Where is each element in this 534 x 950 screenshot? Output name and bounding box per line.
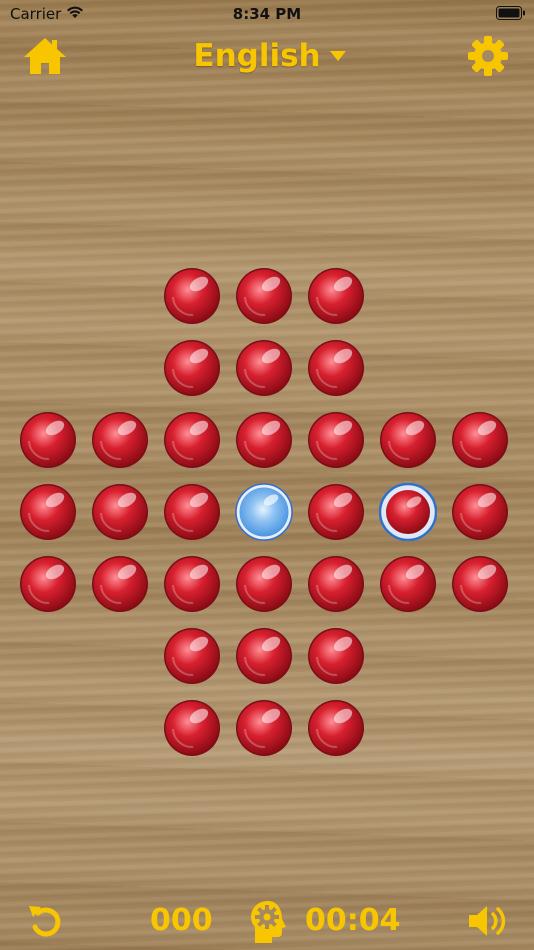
peg[interactable] bbox=[163, 483, 221, 541]
peg[interactable] bbox=[235, 555, 293, 613]
peg[interactable] bbox=[163, 555, 221, 613]
peg[interactable] bbox=[235, 627, 293, 685]
chevron-down-icon bbox=[329, 51, 346, 61]
peg[interactable] bbox=[307, 483, 365, 541]
peg[interactable] bbox=[379, 411, 437, 469]
peg[interactable] bbox=[307, 267, 365, 325]
peg[interactable] bbox=[91, 483, 149, 541]
home-icon bbox=[24, 38, 66, 74]
peg[interactable] bbox=[19, 483, 77, 541]
empty-hole[interactable] bbox=[235, 483, 293, 541]
peg[interactable] bbox=[451, 411, 509, 469]
peg[interactable] bbox=[451, 483, 509, 541]
sound-button[interactable] bbox=[466, 901, 510, 941]
undo-button[interactable] bbox=[26, 901, 66, 941]
status-time: 8:34 PM bbox=[232, 5, 302, 23]
peg[interactable] bbox=[163, 627, 221, 685]
peg[interactable] bbox=[163, 699, 221, 757]
peg[interactable] bbox=[307, 627, 365, 685]
timer: 00:04 bbox=[305, 903, 401, 938]
language-dropdown[interactable]: English bbox=[190, 34, 350, 78]
speaker-icon bbox=[469, 906, 506, 936]
selected-peg[interactable] bbox=[379, 483, 437, 541]
peg[interactable] bbox=[163, 339, 221, 397]
peg[interactable] bbox=[163, 411, 221, 469]
status-bar: Carrier 8:34 PM bbox=[0, 0, 534, 28]
peg[interactable] bbox=[235, 411, 293, 469]
peg[interactable] bbox=[91, 411, 149, 469]
peg[interactable] bbox=[163, 267, 221, 325]
peg[interactable] bbox=[235, 339, 293, 397]
peg[interactable] bbox=[91, 555, 149, 613]
peg[interactable] bbox=[307, 411, 365, 469]
peg[interactable] bbox=[19, 555, 77, 613]
undo-icon bbox=[29, 906, 61, 937]
hint-button[interactable] bbox=[248, 899, 288, 945]
peg[interactable] bbox=[379, 555, 437, 613]
peg[interactable] bbox=[307, 339, 365, 397]
peg[interactable] bbox=[451, 555, 509, 613]
settings-button[interactable] bbox=[466, 34, 510, 78]
top-bar: English bbox=[0, 28, 534, 84]
peg[interactable] bbox=[307, 555, 365, 613]
peg[interactable] bbox=[235, 267, 293, 325]
gear-icon bbox=[468, 36, 508, 76]
peg[interactable] bbox=[307, 699, 365, 757]
battery-icon bbox=[496, 6, 525, 20]
move-counter: 000 bbox=[150, 903, 213, 938]
home-button[interactable] bbox=[22, 36, 68, 76]
brain-gear-icon bbox=[251, 901, 286, 943]
language-label: English bbox=[193, 38, 321, 74]
peg-board bbox=[0, 0, 534, 950]
bottom-bar: 000 00:04 bbox=[0, 895, 534, 950]
peg[interactable] bbox=[19, 411, 77, 469]
peg[interactable] bbox=[235, 699, 293, 757]
